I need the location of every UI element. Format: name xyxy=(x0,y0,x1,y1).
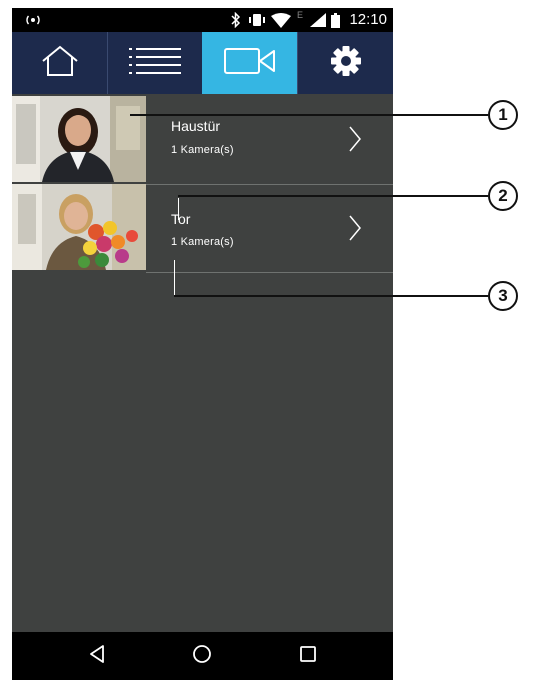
row-divider xyxy=(146,272,393,273)
callout-3: 3 xyxy=(488,281,518,311)
back-button[interactable] xyxy=(67,632,127,680)
camera-count: 1 Kamera(s) xyxy=(171,236,234,248)
wifi-icon xyxy=(270,8,292,32)
cast-icon xyxy=(24,8,42,32)
list-item[interactable]: Tor 1 Kamera(s) xyxy=(12,184,393,272)
network-type-label: E xyxy=(296,10,303,20)
callout-leader xyxy=(130,114,488,116)
home-circle-icon xyxy=(192,644,212,669)
video-camera-icon xyxy=(223,46,276,81)
callout-leader xyxy=(178,198,179,220)
tab-home[interactable] xyxy=(12,32,107,94)
bluetooth-icon xyxy=(229,8,243,32)
callout-2: 2 xyxy=(488,181,518,211)
signal-icon xyxy=(309,8,327,32)
chevron-right-icon xyxy=(348,214,362,242)
camera-count: 1 Kamera(s) xyxy=(171,144,234,156)
status-clock: 12:10 xyxy=(349,11,387,28)
battery-icon xyxy=(330,8,340,32)
tab-bar xyxy=(12,32,393,94)
callout-1: 1 xyxy=(488,100,518,130)
tab-settings[interactable] xyxy=(297,32,393,94)
camera-title: Tor xyxy=(171,211,191,227)
chevron-right-icon xyxy=(348,125,362,153)
home-button[interactable] xyxy=(172,632,232,680)
callout-leader xyxy=(178,195,488,197)
tab-list[interactable] xyxy=(107,32,202,94)
camera-title: Haustür xyxy=(171,118,221,134)
back-triangle-icon xyxy=(89,644,105,668)
camera-thumbnail xyxy=(12,96,146,182)
recents-button[interactable] xyxy=(278,632,338,680)
gear-icon xyxy=(330,45,362,82)
vibrate-icon xyxy=(247,8,267,32)
home-icon xyxy=(40,45,80,82)
status-bar: E 12:10 xyxy=(12,8,393,32)
list-icon xyxy=(129,46,181,81)
navigation-bar xyxy=(12,632,393,680)
tab-video[interactable] xyxy=(202,32,297,94)
list-item[interactable]: Haustür 1 Kamera(s) xyxy=(12,94,393,182)
recents-square-icon xyxy=(299,645,317,668)
callout-leader xyxy=(174,260,175,296)
phone-screen: E 12:10 Haustür 1 Kamera(s) Tor 1 Kamera… xyxy=(12,8,393,680)
camera-thumbnail xyxy=(12,184,146,270)
callout-leader xyxy=(174,295,488,297)
